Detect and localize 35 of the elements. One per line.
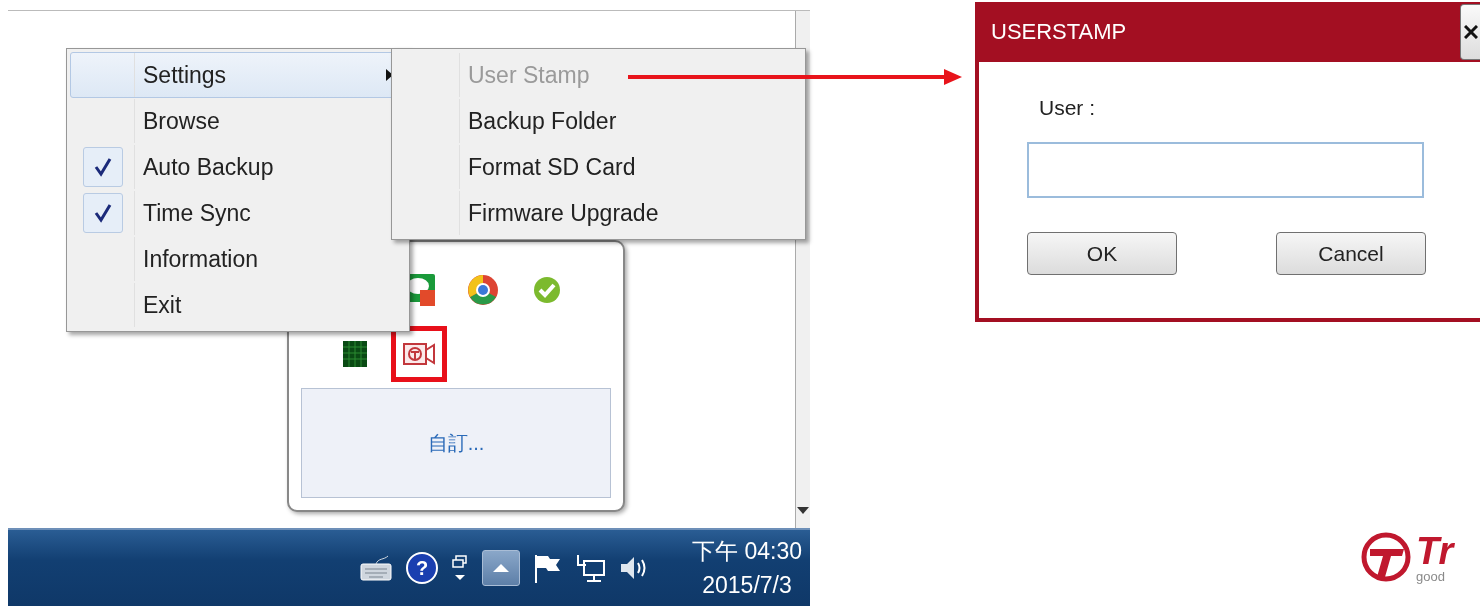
menu-item-label: Auto Backup bbox=[142, 153, 275, 181]
menu-item-label: Exit bbox=[142, 291, 183, 319]
customize-link[interactable]: 自訂... bbox=[427, 429, 485, 457]
show-hidden-icons-button[interactable] bbox=[482, 550, 521, 586]
clock-date[interactable]: 2015/7/3 bbox=[702, 568, 792, 602]
menu-item-label: Information bbox=[142, 245, 260, 273]
logo-tagline: good bbox=[1416, 569, 1446, 583]
check-blob-icon[interactable] bbox=[532, 275, 562, 305]
keyboard-icon[interactable] bbox=[360, 554, 393, 582]
logo-icon bbox=[1360, 531, 1412, 583]
camera-icon[interactable] bbox=[403, 340, 435, 368]
network-icon[interactable] bbox=[576, 553, 607, 583]
menu-item[interactable]: Information bbox=[70, 236, 406, 282]
submenu-item[interactable]: Backup Folder bbox=[460, 107, 801, 135]
dialog-button[interactable]: OK bbox=[1027, 232, 1177, 275]
circle-logo-icon[interactable] bbox=[468, 275, 498, 305]
submenu-item[interactable]: Firmware Upgrade bbox=[460, 199, 801, 227]
menu-item[interactable]: Exit bbox=[70, 282, 406, 328]
menu-item-label: Browse bbox=[142, 107, 221, 135]
submenu-item[interactable]: Format SD Card bbox=[460, 153, 801, 181]
user-input-field[interactable] bbox=[1027, 142, 1424, 198]
help-icon[interactable]: ? bbox=[406, 552, 439, 584]
close-button[interactable] bbox=[1460, 4, 1480, 60]
up-arrow-icon bbox=[493, 564, 510, 572]
flag-icon[interactable] bbox=[534, 553, 563, 583]
menu-item-label: Time Sync bbox=[142, 199, 252, 227]
scroll-down-arrow-icon[interactable] bbox=[797, 507, 809, 514]
dialog-title: USERSTAMP bbox=[991, 19, 1127, 45]
close-icon bbox=[1464, 25, 1478, 39]
dialog-button[interactable]: Cancel bbox=[1276, 232, 1426, 275]
clock-time[interactable]: 下午 04:30 bbox=[692, 534, 802, 568]
field-label: User : bbox=[1039, 96, 1096, 120]
logo-text: Tr bbox=[1416, 531, 1454, 570]
menu-item-label: Settings bbox=[142, 61, 228, 89]
window-stack-icon[interactable] bbox=[452, 555, 469, 581]
